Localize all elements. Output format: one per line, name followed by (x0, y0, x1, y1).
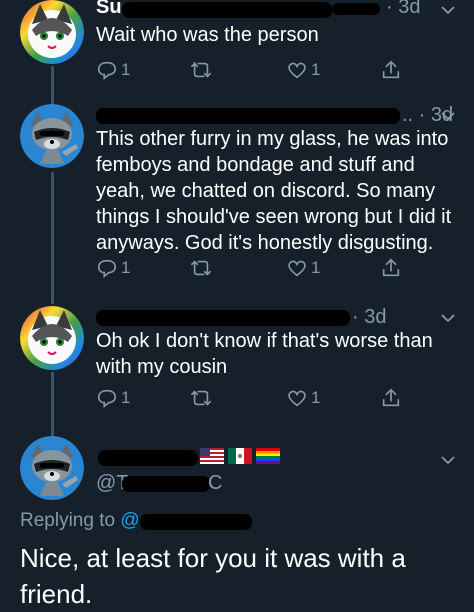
like-button[interactable]: 1 (286, 386, 320, 410)
retweet-icon (191, 61, 211, 78)
user-handle-tail: C (208, 472, 223, 494)
avatar-cat-image (20, 306, 84, 370)
avatar[interactable] (20, 436, 84, 500)
timestamp[interactable]: · 3d (386, 0, 420, 19)
replying-to: Replying to @ (20, 510, 140, 532)
share-button[interactable] (380, 256, 402, 280)
tweet[interactable]: .. · 3d This other furry in my glass, he… (0, 104, 474, 294)
share-button[interactable] (380, 58, 402, 82)
avatar[interactable] (20, 306, 84, 370)
tweet-actions: 1 1 (96, 58, 426, 82)
like-count: 1 (311, 258, 321, 277)
redaction (96, 108, 400, 124)
avatar-raccoon-image (20, 104, 84, 168)
mexico-flag-icon (228, 448, 252, 464)
avatar-cat-image (20, 0, 84, 64)
tweet-actions: 1 1 (96, 256, 426, 280)
share-icon (382, 60, 400, 79)
avatar[interactable] (20, 104, 84, 168)
heart-icon (288, 390, 306, 407)
redaction (122, 2, 332, 18)
avatar-raccoon-image (20, 436, 84, 500)
reply-button[interactable]: 1 (96, 386, 130, 410)
reply-icon (97, 259, 117, 278)
replying-label: Replying to (20, 510, 116, 531)
heart-icon (288, 260, 306, 277)
tweet-text: Oh ok I don't know if that's worse than … (96, 330, 439, 378)
display-name[interactable]: Su (96, 0, 122, 19)
redaction (98, 450, 198, 466)
chevron-down-icon[interactable] (440, 2, 456, 18)
chevron-down-icon[interactable] (440, 310, 456, 326)
chevron-down-icon[interactable] (440, 452, 456, 468)
retweet-button[interactable] (190, 256, 212, 280)
chevron-down-icon[interactable] (440, 108, 456, 124)
tweet-text: This other furry in my glass, he was int… (96, 128, 457, 254)
share-button[interactable] (380, 386, 402, 410)
tweet[interactable]: Su · 3d Wait who was the person 1 1 (0, 0, 474, 100)
like-count: 1 (311, 388, 321, 407)
heart-icon (288, 62, 306, 79)
retweet-button[interactable] (190, 386, 212, 410)
reply-icon (97, 389, 117, 408)
redaction (140, 514, 252, 530)
share-icon (382, 388, 400, 407)
share-icon (382, 258, 400, 277)
avatar[interactable] (20, 0, 84, 64)
reply-icon (97, 61, 117, 80)
reply-count: 1 (121, 258, 131, 277)
timestamp[interactable]: · 3d (352, 306, 386, 329)
pride-flag-icon (256, 448, 280, 464)
tweet[interactable]: · 3d Oh ok I don't know if that's worse … (0, 306, 474, 416)
us-flag-icon (200, 448, 224, 464)
like-count: 1 (311, 60, 321, 79)
replying-mention[interactable]: @ (120, 510, 139, 531)
focused-tweet-text: Nice, at least for you it was with a fri… (20, 543, 414, 609)
tweet-actions: 1 1 (96, 386, 426, 410)
retweet-icon (191, 390, 211, 406)
reply-button[interactable]: 1 (96, 58, 130, 82)
reply-count: 1 (121, 60, 131, 79)
tweet-text: Wait who was the person (96, 24, 319, 46)
redaction (96, 310, 350, 326)
redaction (122, 476, 210, 492)
like-button[interactable]: 1 (286, 58, 320, 82)
reply-button[interactable]: 1 (96, 256, 130, 280)
redaction (332, 3, 380, 15)
retweet-button[interactable] (190, 58, 212, 82)
retweet-icon (191, 260, 211, 276)
like-button[interactable]: 1 (286, 256, 320, 280)
reply-count: 1 (121, 388, 131, 407)
